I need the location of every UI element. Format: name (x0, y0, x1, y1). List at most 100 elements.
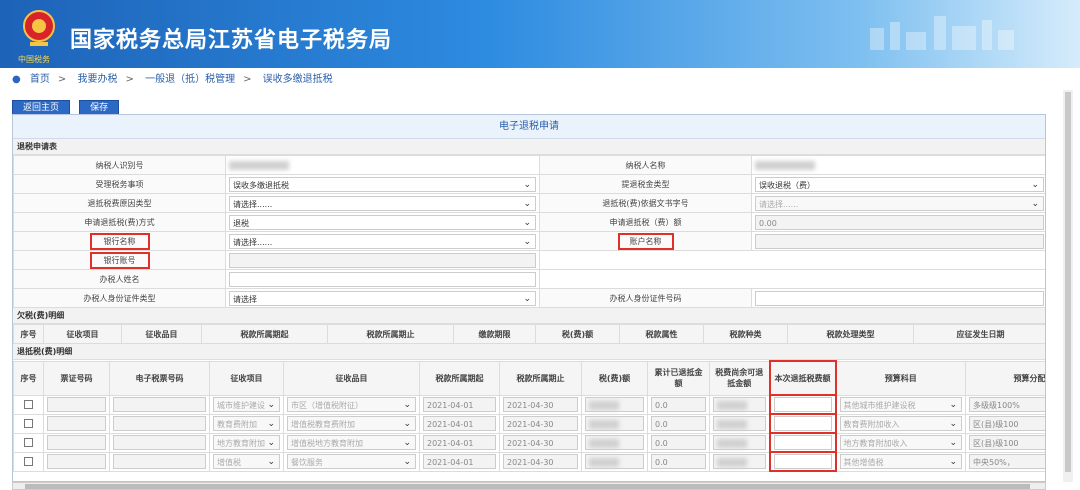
item-select[interactable]: 地方教育附加 ⌄ (213, 435, 280, 450)
allocation-field[interactable]: 区(县)级100 (969, 435, 1045, 450)
owed-col-header: 税(费)额 (535, 324, 620, 344)
allocation-field[interactable]: 多级级100% (969, 397, 1045, 412)
subitem-select[interactable]: 餐饮服务 ⌄ (287, 454, 416, 469)
ticket-no-field[interactable] (47, 397, 106, 412)
row-checkbox[interactable] (24, 438, 33, 447)
remaining-field[interactable] (713, 416, 766, 431)
budget-select[interactable]: 教育费附加收入 ⌄ (839, 416, 962, 431)
item-select[interactable]: 教育费附加 ⌄ (213, 416, 280, 431)
chevron-down-icon: ⌄ (523, 198, 531, 209)
reason-select[interactable]: 请选择...... ⌄ (229, 195, 536, 211)
table-row: 地方教育附加 ⌄ 增值税地方教育附加 ⌄ 2021-04-01 2021-04-30 0.0… (13, 432, 1045, 453)
owed-col-header: 征收品目 (121, 324, 202, 344)
row-checkbox[interactable] (24, 400, 33, 409)
refunded-total-field[interactable]: 0.0 (651, 416, 706, 431)
horizontal-scrollbar[interactable] (12, 482, 1046, 490)
agent-idtype-select[interactable]: 请选择 ⌄ (229, 290, 536, 306)
bank-name-select[interactable]: 请选择...... ⌄ (229, 233, 536, 249)
toolbar: 返回主页 保存 (12, 95, 123, 115)
tax-amount-field[interactable] (585, 397, 644, 412)
refund-amount-field[interactable] (773, 397, 832, 412)
chevron-down-icon: ⌄ (267, 438, 275, 448)
owed-col-header: 征收项目 (43, 324, 122, 344)
tax-amount-field[interactable] (585, 454, 644, 469)
remaining-field[interactable] (713, 454, 766, 469)
refund-amount-field[interactable] (773, 435, 832, 450)
method-select[interactable]: 退税 ⌄ (229, 214, 536, 230)
ticket-no-field[interactable] (47, 454, 106, 469)
back-home-button[interactable]: 返回主页 (12, 100, 71, 115)
ticket-no-field[interactable] (47, 416, 106, 431)
e-ticket-no-field[interactable] (113, 397, 206, 412)
allocation-field[interactable]: 中央50%， (969, 454, 1045, 469)
account-name-field[interactable] (755, 233, 1044, 249)
period-start-field[interactable]: 2021-04-01 (423, 416, 496, 431)
matter-select[interactable]: 误收多缴退抵税 ⌄ (229, 176, 536, 192)
refund-col-header: 税(费)额 (581, 360, 648, 396)
e-ticket-no-field[interactable] (113, 435, 206, 450)
agent-idno-field[interactable] (755, 290, 1044, 306)
chevron-down-icon: ⌄ (523, 236, 531, 247)
period-start-field[interactable]: 2021-04-01 (423, 435, 496, 450)
header-tagline: 中国税务 (18, 55, 50, 64)
budget-select[interactable]: 其他城市维护建设税 ⌄ (839, 397, 962, 412)
owed-col-header: 税款种类 (703, 324, 788, 344)
chevron-down-icon: ⌄ (403, 438, 411, 448)
remaining-field[interactable] (713, 435, 766, 450)
period-start-field[interactable]: 2021-04-01 (423, 397, 496, 412)
period-start-field[interactable]: 2021-04-01 (423, 454, 496, 469)
chevron-down-icon: ⌄ (949, 419, 957, 429)
site-title: 国家税务总局江苏省电子税务局 (70, 28, 393, 53)
subitem-select[interactable]: 增值税教育费附加 ⌄ (287, 416, 416, 431)
period-end-field[interactable]: 2021-04-30 (503, 454, 578, 469)
chevron-down-icon: ⌄ (949, 438, 957, 448)
budget-select[interactable]: 地方教育附加收入 ⌄ (839, 435, 962, 450)
chevron-down-icon: ⌄ (1031, 179, 1039, 190)
bank-name-label: 银行名称 (89, 232, 150, 250)
agent-name-field[interactable] (229, 271, 536, 287)
doc-no-select[interactable]: 请选择...... ⌄ (755, 195, 1044, 211)
budget-select[interactable]: 其他增值税 ⌄ (839, 454, 962, 469)
reason-label: 退抵税费原因类型 (13, 193, 226, 213)
tax-amount-field[interactable] (585, 435, 644, 450)
amount-field[interactable]: 0.00 (755, 214, 1044, 230)
breadcrumb-refund-mgmt[interactable]: 一般退（抵）税管理 (145, 74, 235, 85)
chevron-down-icon: ⌄ (403, 457, 411, 467)
e-ticket-no-field[interactable] (113, 416, 206, 431)
vertical-scrollbar[interactable] (1063, 90, 1073, 482)
refunded-total-field[interactable]: 0.0 (651, 397, 706, 412)
refund-col-header: 征收项目 (209, 360, 284, 396)
refund-col-header: 票证号码 (43, 360, 110, 396)
period-end-field[interactable]: 2021-04-30 (503, 416, 578, 431)
fund-type-select[interactable]: 误收退税（费） ⌄ (755, 176, 1044, 192)
taxpayer-name-value (751, 155, 1045, 175)
refund-amount-field[interactable] (773, 454, 832, 469)
ticket-no-field[interactable] (47, 435, 106, 450)
refund-amount-field[interactable] (773, 416, 832, 431)
section-refund: 退抵税(费)明细 (13, 344, 1045, 360)
refund-col-header: 预算科目 (835, 360, 966, 396)
bank-account-field[interactable] (229, 252, 536, 268)
subitem-select[interactable]: 市区（增值税附征） ⌄ (287, 397, 416, 412)
breadcrumb-home[interactable]: 首页 (30, 74, 50, 85)
refund-col-header: 税款所属期止 (499, 360, 582, 396)
refund-col-header: 序号 (13, 360, 44, 396)
remaining-field[interactable] (713, 397, 766, 412)
refund-table: 序号 票证号码 电子税票号码 征收项目 征收品目 税款所属期起 税款所属期止 税(费)额 累计已… (13, 360, 1045, 472)
allocation-field[interactable]: 区(县)级100 (969, 416, 1045, 431)
subitem-select[interactable]: 增值税地方教育附加 ⌄ (287, 435, 416, 450)
row-checkbox[interactable] (24, 457, 33, 466)
refunded-total-field[interactable]: 0.0 (651, 435, 706, 450)
save-button[interactable]: 保存 (79, 100, 120, 115)
period-end-field[interactable]: 2021-04-30 (503, 435, 578, 450)
e-ticket-no-field[interactable] (113, 454, 206, 469)
refund-col-header: 税款所属期起 (419, 360, 500, 396)
period-end-field[interactable]: 2021-04-30 (503, 397, 578, 412)
item-select[interactable]: 增值税 ⌄ (213, 454, 280, 469)
owed-col-header: 税款处理类型 (787, 324, 914, 344)
item-select[interactable]: 城市维护建设 ⌄ (213, 397, 280, 412)
refunded-total-field[interactable]: 0.0 (651, 454, 706, 469)
row-checkbox[interactable] (24, 419, 33, 428)
tax-amount-field[interactable] (585, 416, 644, 431)
breadcrumb-tax[interactable]: 我要办税 (78, 74, 118, 85)
